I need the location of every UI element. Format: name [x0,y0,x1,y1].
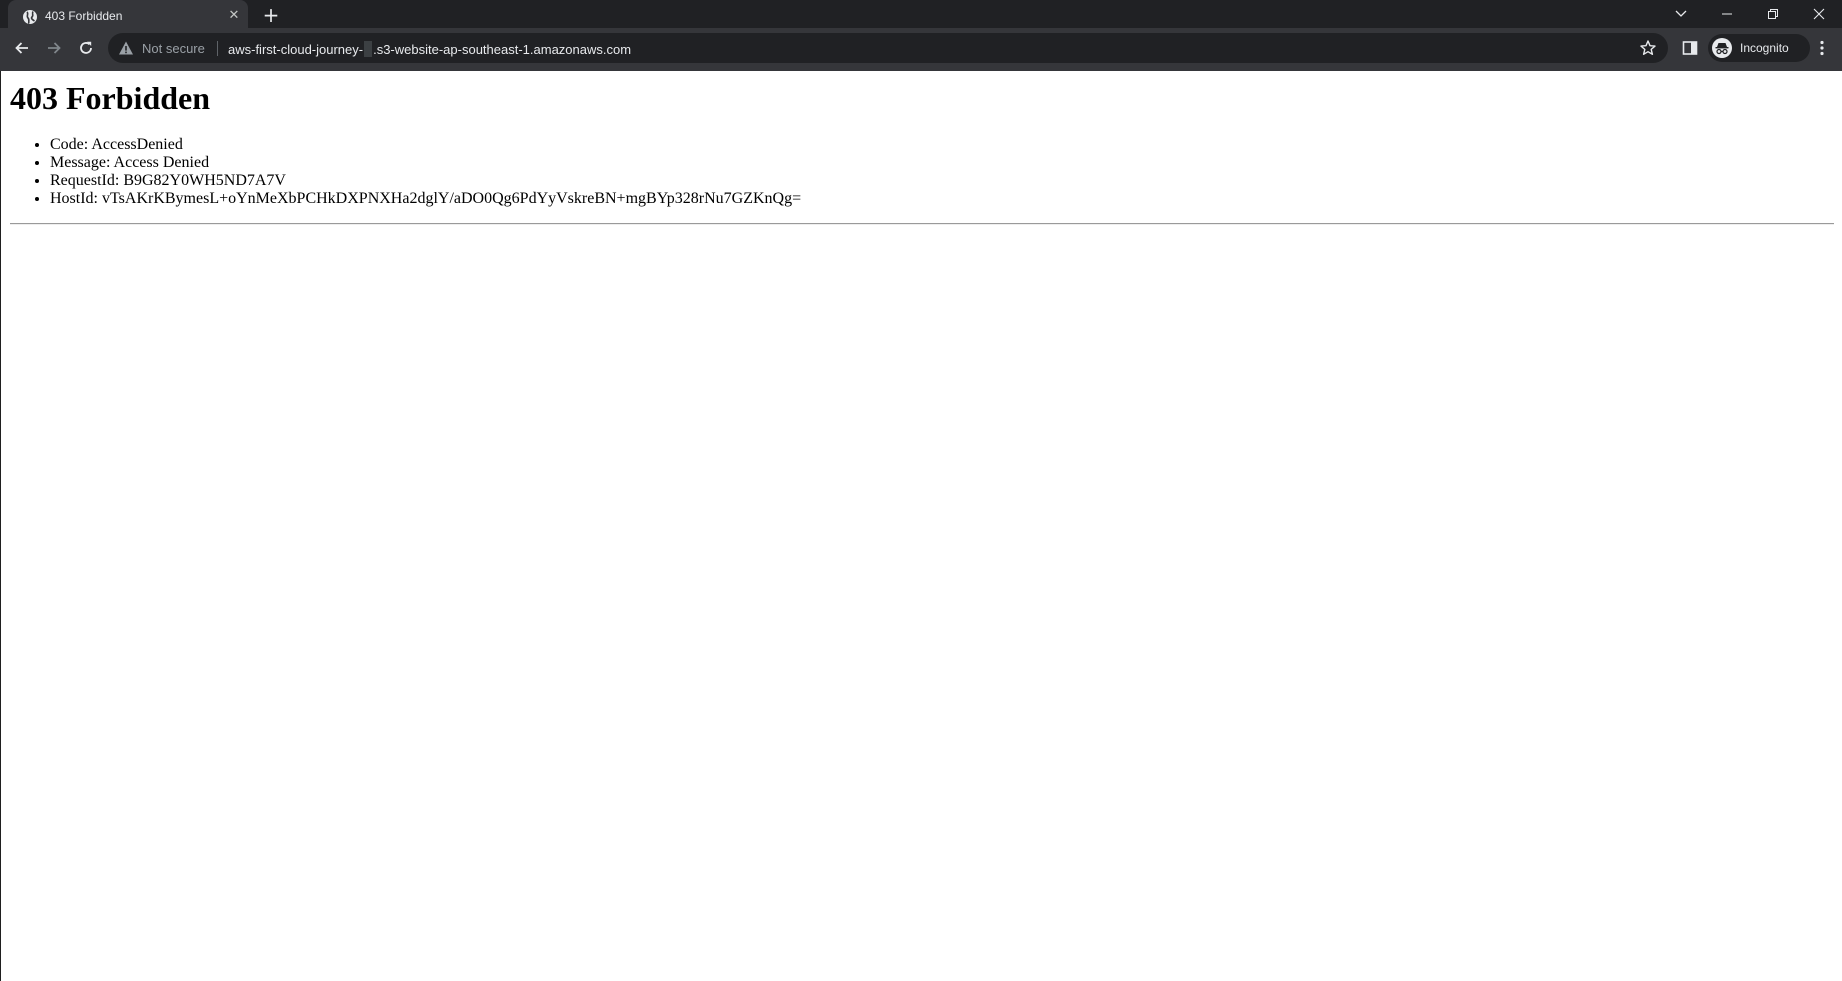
back-button[interactable] [8,34,36,62]
restore-icon [1768,9,1778,19]
reload-button[interactable] [72,34,100,62]
reload-icon [80,41,92,54]
minimize-button[interactable] [1704,0,1750,28]
incognito-label: Incognito [1740,41,1789,55]
close-tab-icon[interactable]: ✕ [226,8,242,24]
incognito-profile-button[interactable]: Incognito [1708,34,1810,62]
security-status[interactable]: Not secure [142,41,205,56]
restore-button[interactable] [1750,0,1796,28]
host-id-item: HostId: vTsAKrKBymesL+oYnMeXbPCHkDXPNXHa… [50,190,801,208]
omnibox-divider [217,41,218,56]
request-id-item: RequestId: B9G82Y0WH5ND7A7V [50,172,801,190]
browser-window: 403 Forbidden ✕ + Not secure aws-first-c… [0,0,1842,981]
address-bar[interactable]: Not secure aws-first-cloud-journey- .s3-w… [108,33,1668,63]
forward-button[interactable] [40,34,68,62]
globe-icon [22,9,38,25]
tab-title: 403 Forbidden [45,9,123,23]
warning-icon [118,40,134,56]
side-panel-icon[interactable] [1680,38,1700,58]
url-redacted-segment [364,41,373,57]
new-tab-button[interactable]: + [260,4,282,26]
incognito-icon [1712,38,1732,58]
url-part-1: aws-first-cloud-journey- [228,42,364,57]
tab-strip: 403 Forbidden ✕ + [0,0,1842,34]
error-details-list: Code: AccessDenied Message: Access Denie… [10,136,801,208]
browser-menu-button[interactable] [1812,38,1832,58]
close-icon [1813,8,1825,20]
bookmark-star-icon[interactable] [1639,39,1657,57]
horizontal-rule [10,223,1834,225]
page-content: 403 Forbidden Code: AccessDenied Message… [0,71,1842,981]
page-title: 403 Forbidden [10,80,211,116]
close-window-button[interactable] [1796,0,1842,28]
url-part-2: .s3-website-ap-southeast-1.amazonaws.com [373,42,632,57]
more-vertical-icon [1820,40,1824,56]
error-message-item: Message: Access Denied [50,154,801,172]
arrow-right-icon [48,42,61,54]
url-text[interactable]: aws-first-cloud-journey- .s3-website-ap-s… [228,41,631,57]
chevron-down-icon [1675,10,1687,17]
arrow-left-icon [15,42,28,54]
minimize-icon [1722,13,1732,15]
error-code-item: Code: AccessDenied [50,136,801,154]
tab-search-button[interactable] [1658,0,1704,28]
toolbar: Not secure aws-first-cloud-journey- .s3-w… [0,28,1842,68]
